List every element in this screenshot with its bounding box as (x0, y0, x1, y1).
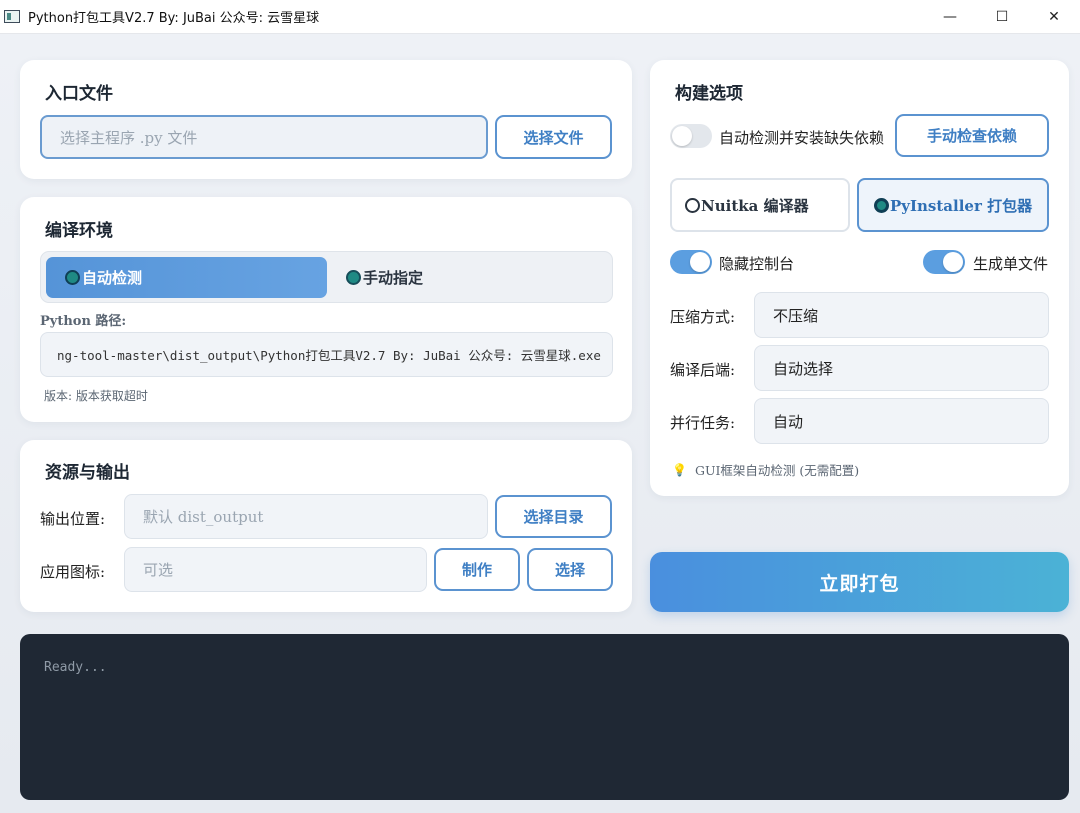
manual-label: 手动指定 (363, 269, 424, 287)
onefile-label: 生成单文件 (973, 255, 1049, 273)
onefile-toggle[interactable] (923, 250, 965, 274)
hide-console-toggle-knob (690, 252, 710, 272)
hide-console-toggle[interactable] (670, 250, 712, 274)
minimize-button[interactable]: — (924, 0, 976, 34)
gui-hint: 💡 GUI框架自动检测 (无需配置) (672, 460, 859, 479)
output-location-placeholder: 默认 dist_output (143, 508, 264, 526)
env-card-title: 编译环境 (45, 221, 113, 241)
auto-deps-label: 自动检测并安装缺失依赖 (719, 129, 885, 147)
python-path-field[interactable]: ng-tool-master\dist_output\Python打包工具V2.… (40, 332, 613, 377)
pack-now-button[interactable]: 立即打包 (650, 552, 1069, 612)
choose-file-button[interactable]: 选择文件 (495, 115, 612, 159)
build-options-card: 构建选项 自动检测并安装缺失依赖 手动检查依赖 Nuitka 编译器 PyIns… (650, 60, 1069, 496)
env-manual-option[interactable]: 手动指定 (341, 257, 609, 298)
auto-label: 自动检测 (82, 269, 143, 287)
entry-file-input[interactable]: 选择主程序 .py 文件 (40, 115, 488, 159)
console-text: Ready... (44, 660, 107, 675)
backend-label: 编译后端: (670, 361, 736, 379)
minimize-icon: — (943, 9, 957, 25)
compress-label: 压缩方式: (670, 308, 736, 326)
env-mode-segmented: 自动检测 手动指定 (40, 251, 613, 303)
resources-card: 资源与输出 输出位置: 默认 dist_output 选择目录 应用图标: 可选… (20, 440, 632, 612)
compress-select[interactable]: 不压缩 (754, 292, 1049, 338)
lightbulb-icon: 💡 (672, 462, 687, 477)
version-text: 版本: 版本获取超时 (44, 389, 148, 403)
nuitka-label: Nuitka 编译器 (701, 196, 809, 215)
auto-deps-toggle-knob (672, 126, 692, 146)
env-auto-option[interactable]: 自动检测 (46, 257, 327, 298)
jobs-select[interactable]: 自动 (754, 398, 1049, 444)
entry-card-title: 入口文件 (45, 84, 113, 104)
backend-value: 自动选择 (773, 359, 834, 378)
close-button[interactable]: ✕ (1028, 0, 1080, 34)
output-location-input[interactable]: 默认 dist_output (124, 494, 488, 539)
pyinstaller-option[interactable]: PyInstaller 打包器 (857, 178, 1049, 232)
choose-dir-button[interactable]: 选择目录 (495, 495, 612, 538)
window-title: Python打包工具V2.7 By: JuBai 公众号: 云雪星球 (28, 11, 320, 26)
entry-file-placeholder: 选择主程序 .py 文件 (60, 128, 198, 147)
build-options-title: 构建选项 (675, 84, 743, 104)
resources-card-title: 资源与输出 (45, 463, 130, 483)
python-path-value: ng-tool-master\dist_output\Python打包工具V2.… (57, 348, 601, 363)
auto-deps-toggle[interactable] (670, 124, 712, 148)
nuitka-option[interactable]: Nuitka 编译器 (670, 178, 850, 232)
pyinstaller-radio-icon (874, 197, 889, 213)
backend-select[interactable]: 自动选择 (754, 345, 1049, 391)
title-bar: Python打包工具V2.7 By: JuBai 公众号: 云雪星球 — ☐ ✕ (0, 0, 1080, 34)
entry-card: 入口文件 选择主程序 .py 文件 选择文件 (20, 60, 632, 179)
app-icon-label: 应用图标: (40, 563, 106, 581)
app-icon-placeholder: 可选 (143, 561, 174, 579)
close-icon: ✕ (1048, 9, 1060, 25)
make-icon-button[interactable]: 制作 (434, 548, 520, 591)
app-icon-input[interactable]: 可选 (124, 547, 427, 592)
maximize-icon: ☐ (995, 9, 1009, 25)
hide-console-label: 隐藏控制台 (719, 255, 795, 273)
env-card: 编译环境 自动检测 手动指定 Python 路径: ng-tool-master… (20, 197, 632, 422)
nuitka-radio-icon (685, 197, 700, 213)
app-icon (4, 10, 20, 23)
onefile-toggle-knob (943, 252, 963, 272)
jobs-value: 自动 (773, 412, 804, 431)
gui-hint-text: GUI框架自动检测 (无需配置) (694, 463, 860, 478)
select-icon-button[interactable]: 选择 (527, 548, 613, 591)
output-location-label: 输出位置: (40, 510, 106, 528)
auto-radio-icon (65, 270, 80, 285)
compress-value: 不压缩 (773, 306, 819, 325)
python-path-label: Python 路径: (40, 314, 127, 329)
manual-radio-icon (346, 270, 361, 285)
maximize-button[interactable]: ☐ (976, 0, 1028, 34)
log-console[interactable]: Ready... (20, 634, 1069, 800)
window-controls: — ☐ ✕ (924, 0, 1080, 34)
check-deps-button[interactable]: 手动检查依赖 (895, 114, 1049, 157)
jobs-label: 并行任务: (670, 414, 736, 432)
pyinstaller-label: PyInstaller 打包器 (890, 196, 1033, 215)
